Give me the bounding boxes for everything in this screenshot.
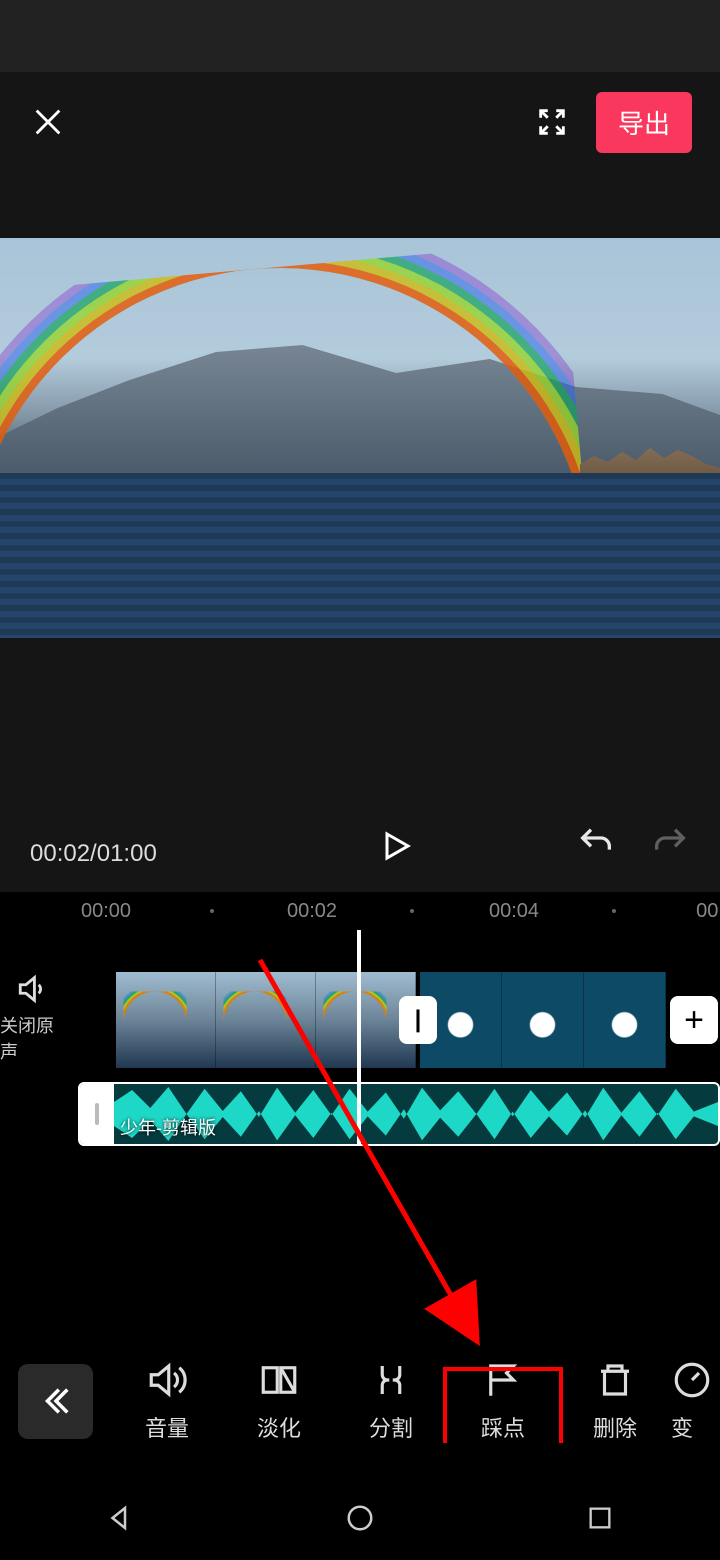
nav-back-button[interactable] [98, 1496, 142, 1540]
play-icon [378, 828, 414, 864]
close-button[interactable] [28, 102, 68, 142]
tool-delete[interactable]: 删除 [559, 1359, 671, 1443]
fullscreen-icon [535, 105, 569, 139]
video-clip-2[interactable] [420, 972, 666, 1068]
undo-icon [576, 823, 616, 863]
circle-home-icon [345, 1503, 375, 1533]
volume-icon [146, 1359, 188, 1401]
tool-label: 分割 [369, 1411, 413, 1443]
triangle-back-icon [105, 1503, 135, 1533]
ruler-dot [210, 909, 214, 913]
toolbar-back-button[interactable] [18, 1364, 93, 1439]
preview-area: 00:02/01:00 [0, 172, 720, 892]
transition-button[interactable]: | [399, 996, 437, 1044]
video-preview[interactable] [0, 238, 720, 638]
ruler-tick: 00: [696, 900, 720, 923]
fade-icon [258, 1359, 300, 1401]
square-recent-icon [586, 1504, 614, 1532]
tool-fade[interactable]: 淡化 [223, 1359, 335, 1443]
play-button[interactable] [374, 824, 418, 868]
tool-label: 踩点 [481, 1411, 525, 1443]
undo-button[interactable] [576, 823, 616, 868]
time-ruler[interactable]: 00:00 00:02 00:04 00: [0, 892, 720, 930]
export-button[interactable]: 导出 [596, 92, 692, 153]
nav-recent-button[interactable] [578, 1496, 622, 1540]
audio-clip-handle[interactable] [80, 1084, 114, 1144]
speed-icon [671, 1359, 711, 1401]
bottom-toolbar: 音量 淡化 分割 踩点 删除 变 [0, 1326, 720, 1476]
ruler-tick: 00:04 [489, 900, 539, 923]
tool-label: 变 [671, 1411, 693, 1443]
preview-sea [0, 473, 720, 638]
status-bar [0, 0, 720, 72]
tool-speed[interactable]: 变 [671, 1359, 711, 1443]
trash-icon [594, 1359, 636, 1401]
ruler-dot [410, 909, 414, 913]
redo-button [650, 823, 690, 868]
audio-clip-name: 少年-剪辑版 [120, 1114, 216, 1140]
flag-icon [482, 1359, 524, 1401]
tool-label: 删除 [593, 1411, 637, 1443]
top-bar: 导出 [0, 72, 720, 172]
chevron-left-icon [39, 1384, 73, 1418]
timeline[interactable]: 00:00 00:02 00:04 00: 关闭原声 | + [0, 892, 720, 1166]
add-clip-button[interactable]: + [670, 996, 718, 1044]
fullscreen-button[interactable] [532, 102, 572, 142]
time-display: 00:02/01:00 [30, 840, 157, 868]
nav-home-button[interactable] [338, 1496, 382, 1540]
tool-volume[interactable]: 音量 [111, 1359, 223, 1443]
tool-label: 音量 [145, 1411, 189, 1443]
tool-beat[interactable]: 踩点 [447, 1359, 559, 1443]
video-clip-1[interactable] [116, 972, 416, 1068]
ruler-tick: 00:00 [81, 900, 131, 923]
tool-split[interactable]: 分割 [335, 1359, 447, 1443]
playhead[interactable] [357, 930, 361, 1146]
ruler-tick: 00:02 [287, 900, 337, 923]
system-nav-bar [0, 1476, 720, 1560]
redo-icon [650, 823, 690, 863]
close-icon [31, 105, 65, 139]
audio-clip[interactable]: 少年-剪辑版 [78, 1082, 720, 1146]
ruler-dot [612, 909, 616, 913]
tool-label: 淡化 [257, 1411, 301, 1443]
split-icon [370, 1359, 412, 1401]
